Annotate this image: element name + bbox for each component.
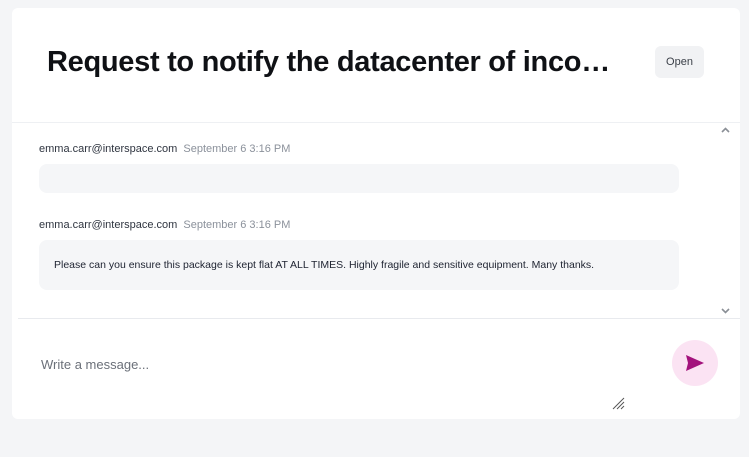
composer-divider	[18, 318, 740, 319]
ticket-card: Request to notify the datacenter of inco…	[12, 8, 740, 419]
message-author: emma.carr@interspace.com	[39, 143, 178, 155]
ticket-title: Request to notify the datacenter of inco…	[47, 46, 632, 78]
message-meta: emma.carr@interspace.com September 6 3:1…	[39, 219, 290, 231]
chevron-down-icon[interactable]	[720, 305, 731, 316]
message-time: September 6 3:16 PM	[183, 219, 291, 231]
message-author: emma.carr@interspace.com	[39, 219, 178, 231]
ticket-header: Request to notify the datacenter of inco…	[12, 8, 740, 123]
thread-scrollbar[interactable]	[717, 123, 734, 319]
message-meta: emma.carr@interspace.com September 6 3:1…	[39, 143, 290, 155]
message-thread[interactable]: emma.carr@interspace.com September 6 3:1…	[12, 123, 740, 318]
send-icon	[672, 354, 718, 372]
resize-handle-icon[interactable]	[611, 396, 625, 410]
status-badge: Open	[655, 46, 704, 78]
chevron-up-icon[interactable]	[720, 125, 731, 136]
message-bubble	[39, 164, 679, 193]
message-time: September 6 3:16 PM	[183, 143, 291, 155]
message-bubble: Please can you ensure this package is ke…	[39, 240, 679, 290]
send-button[interactable]	[672, 340, 718, 386]
message-input[interactable]	[41, 354, 641, 374]
